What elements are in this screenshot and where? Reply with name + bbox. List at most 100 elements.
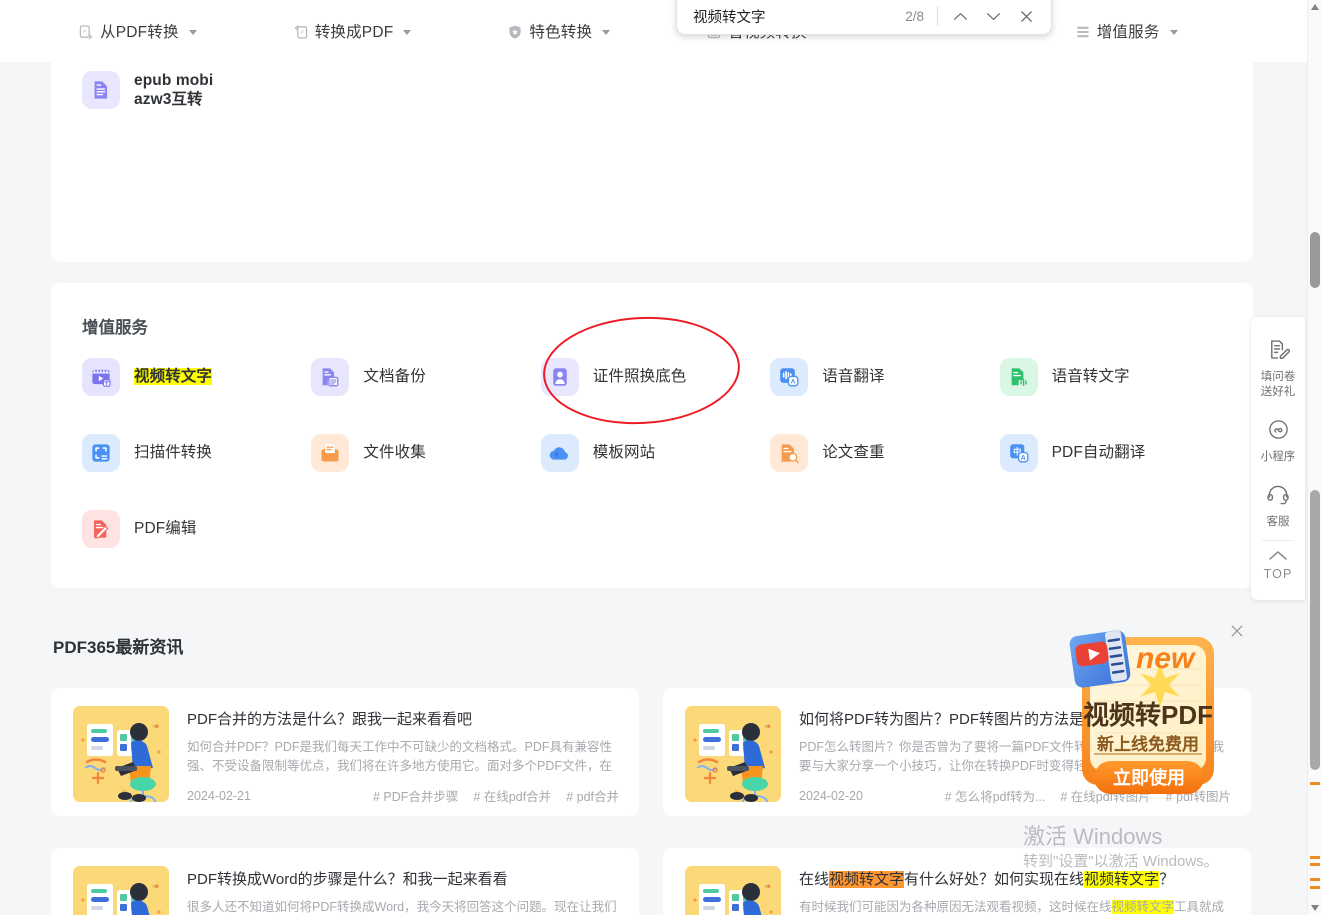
news-headline[interactable]: 在线视频转文字有什么好处？如何实现在线视频转文字？ <box>799 868 1231 889</box>
news-tag[interactable]: # pdf合并 <box>566 786 619 805</box>
find-match-count: 2/8 <box>905 8 924 24</box>
chevron-down-icon <box>602 29 611 35</box>
chevron-down-icon <box>188 29 197 35</box>
paper-check-icon <box>770 434 809 472</box>
svg-text:新上线免费用: 新上线免费用 <box>1097 734 1199 754</box>
nav-item-3[interactable]: 特色转换 <box>507 20 611 42</box>
vas-item[interactable]: A 语音翻译 <box>770 355 999 399</box>
find-next-button[interactable] <box>977 0 1010 33</box>
nav-item-list: P从PDF转换P转换成PDF特色转换音视频转换增值服务 <box>0 20 1307 42</box>
scrollbar-up-arrow[interactable] <box>1308 0 1321 14</box>
vertical-scrollbar[interactable] <box>1307 0 1321 915</box>
doc-backup-icon <box>311 358 350 396</box>
vas-item[interactable]: 视频转文字 <box>82 355 311 399</box>
vas-item-label: PDF自动翻译 <box>1051 444 1146 462</box>
news-headline[interactable]: PDF合并的方法是什么？跟我一起来看看吧 <box>187 708 619 729</box>
ebook-convert-icon <box>82 71 120 109</box>
video-to-text-icon <box>82 358 120 396</box>
news-section-title: PDF365最新资讯 <box>53 638 184 657</box>
nav-item-label: 特色转换 <box>529 24 593 41</box>
news-headline[interactable]: PDF转换成Word的步骤是什么？和我一起来看看 <box>187 868 619 889</box>
news-body: PDF合并的方法是什么？跟我一起来看看吧 如何合并PDF？PDF是我们每天工作中… <box>187 706 619 816</box>
rail-item-back-to-top[interactable]: TOP <box>1251 541 1305 591</box>
news-summary: 很多人还不知道如何将PDF转换成Word，我今天将回答这个问题。现在让我们 <box>187 900 617 914</box>
svg-text:视频转PDF: 视频转PDF <box>1083 700 1213 730</box>
rail-item-support[interactable]: 客服 <box>1251 475 1305 540</box>
right-rail: 填问卷 送好礼 小程序 客服 TOP <box>1251 317 1305 600</box>
news-thumbnail: ox <box>73 866 169 915</box>
scrollbar-find-mark <box>1310 878 1320 881</box>
pdf-auto-translate-icon: 中A <box>999 434 1038 472</box>
rail-item-survey[interactable]: 填问卷 送好礼 <box>1251 329 1305 409</box>
browser-page: PDF加密PDF删除页面PDF安全检测PDF文件包PDF插入页面epub mob… <box>0 0 1321 915</box>
nav-item-label: 从PDF转换 <box>100 24 179 41</box>
news-tag[interactable]: # PDF合并步骤 <box>373 786 458 805</box>
vas-item-label: 扫描件转换 <box>134 444 213 462</box>
scrollbar-thumb-lower[interactable] <box>1310 490 1320 770</box>
list-icon <box>1075 24 1090 39</box>
value-added-services-card: 增值服务 视频转文字 文档备份 证件照换底色 A 语音翻译 语音转文字 扫描件转换 文件收集 模… <box>51 283 1253 588</box>
chevron-down-icon <box>1169 29 1178 35</box>
vas-item[interactable]: 语音转文字 <box>999 355 1229 399</box>
value-added-services-grid: 视频转文字 文档备份 证件照换底色 A 语音翻译 语音转文字扫描件转换 文件收集 模板网站 论文… <box>82 355 1229 551</box>
find-previous-button[interactable] <box>944 0 977 33</box>
nav-item-label: 转换成PDF <box>314 24 394 41</box>
find-input[interactable] <box>693 1 906 24</box>
rail-item-miniprogram[interactable]: 小程序 <box>1251 409 1305 475</box>
news-card[interactable]: ox PDF合并的方法是什么？跟我一起来看看吧 如何合并PDF？PDF是我们每天… <box>51 688 639 816</box>
svg-text:new: new <box>1136 642 1196 675</box>
vas-item[interactable]: 中 A PDF自动翻译 <box>999 431 1229 475</box>
vas-item[interactable]: 文件收集 <box>311 431 540 475</box>
vas-item[interactable]: 论文查重 <box>770 431 999 475</box>
nav-item-1[interactable]: P 从PDF转换 <box>78 20 197 42</box>
news-meta: 2024-02-21 # PDF合并步骤 # 在线pdf合并 # pdf合并 <box>187 786 619 805</box>
vas-item-label: 文件收集 <box>363 444 426 462</box>
vas-item[interactable]: PDF编辑 <box>82 507 311 551</box>
scrollbar-find-mark <box>1310 856 1320 859</box>
news-card[interactable]: ox 在线视频转文字有什么好处？如何实现在线视频转文字？ 有时候我们可能因为各种… <box>663 848 1251 915</box>
shield-star-icon <box>507 24 522 39</box>
scrollbar-down-arrow[interactable] <box>1308 901 1321 915</box>
promo-artwork: new 视频转PDF 新上线免费用 立即使用 <box>1069 630 1214 794</box>
find-close-button[interactable] <box>1010 0 1043 33</box>
rail-back-to-top-label: TOP <box>1263 566 1293 581</box>
scrollbar-find-mark <box>1310 863 1320 866</box>
scrollbar-find-mark <box>1310 886 1320 889</box>
news-tag[interactable]: # 在线pdf合并 <box>473 786 551 805</box>
close-icon[interactable] <box>1228 622 1246 640</box>
svg-text:ox: ox <box>153 884 159 890</box>
pdf-convert-from-icon: P <box>78 24 93 39</box>
nav-item-2[interactable]: P 转换成PDF <box>293 20 412 42</box>
tool-item[interactable]: epub mobi azw3互转 <box>82 68 311 112</box>
top-navigation-bar: P从PDF转换P转换成PDF特色转换音视频转换增值服务 <box>0 0 1307 62</box>
pdf-edit-icon <box>82 510 120 548</box>
voice-translate-icon: A <box>770 358 809 396</box>
news-tag[interactable]: # 怎么将pdf转为... <box>945 786 1046 805</box>
voice-to-text-icon <box>999 358 1038 396</box>
find-divider <box>937 6 938 26</box>
promo-popup[interactable]: new 视频转PDF 新上线免费用 立即使用 <box>1064 623 1243 807</box>
vas-item-label: 视频转文字 <box>134 368 213 386</box>
pdf-convert-to-icon: P <box>293 24 308 39</box>
chevron-down-icon <box>403 29 412 35</box>
find-in-page-bar: 2/8 <box>676 0 1052 35</box>
svg-text:立即使用: 立即使用 <box>1113 767 1185 788</box>
news-tags: # PDF合并步骤 # 在线pdf合并 # pdf合并 <box>373 786 619 805</box>
vas-item-label: 文档备份 <box>363 368 426 386</box>
scrollbar-thumb[interactable] <box>1310 232 1320 288</box>
news-date: 2024-02-21 <box>187 788 251 803</box>
scan-convert-icon <box>82 434 120 472</box>
tool-item-label: epub mobi azw3互转 <box>134 71 214 108</box>
svg-text:A: A <box>791 379 796 386</box>
news-card[interactable]: ox PDF转换成Word的步骤是什么？和我一起来看看 很多人还不知道如何将PD… <box>51 848 639 915</box>
vas-item[interactable]: 扫描件转换 <box>82 431 311 475</box>
vas-item[interactable]: 文档备份 <box>311 355 540 399</box>
svg-text:ox: ox <box>765 884 771 890</box>
vas-item[interactable]: 模板网站 <box>540 431 770 475</box>
news-body: PDF转换成Word的步骤是什么？和我一起来看看 很多人还不知道如何将PDF转换… <box>187 866 619 915</box>
vas-item[interactable]: 证件照换底色 <box>540 355 770 399</box>
vas-item-label: 论文查重 <box>822 444 885 462</box>
nav-item-5[interactable]: 增值服务 <box>1075 20 1178 42</box>
watermark-line1: 激活 Windows <box>1023 824 1163 849</box>
news-date: 2024-02-20 <box>799 788 863 803</box>
